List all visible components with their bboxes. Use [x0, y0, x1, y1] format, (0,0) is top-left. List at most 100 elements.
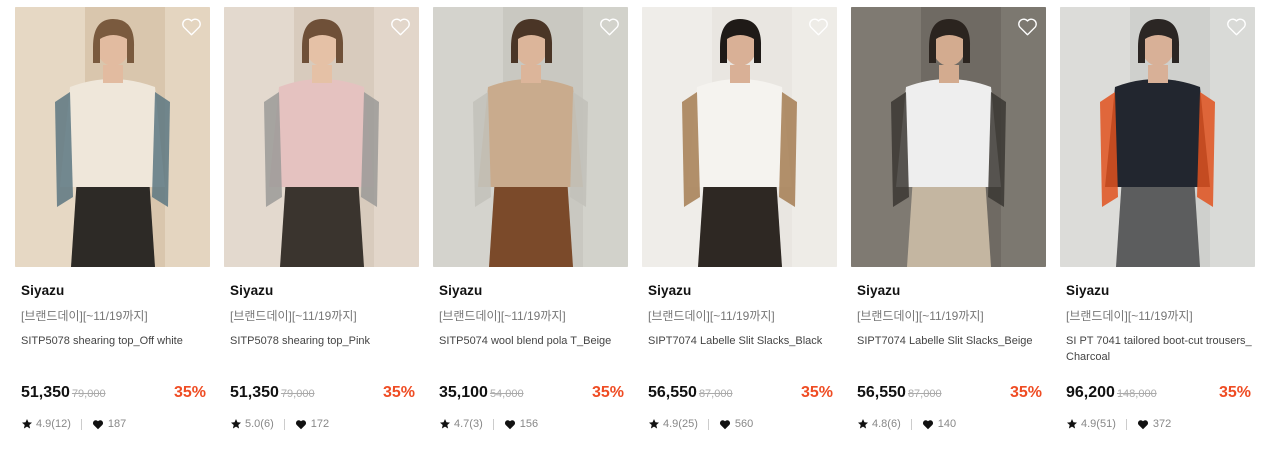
product-stats: 5.0(6) 172: [230, 418, 329, 430]
heart-filled-icon: [1137, 419, 1148, 429]
wishlist-heart-button[interactable]: [807, 15, 829, 37]
price-row: 51,350 79,000 35%: [230, 384, 415, 404]
price-row: 96,200 148,000 35%: [1066, 384, 1251, 404]
heart-outline-icon: [1017, 18, 1037, 35]
star-icon: [22, 419, 32, 429]
rating-score: 4.9(51): [1081, 418, 1116, 430]
product-promo-tag: [브랜드데이][~11/19까지]: [439, 309, 566, 323]
product-card-5[interactable]: Siyazu [브랜드데이][~11/19까지] SIPT7074 Labell…: [851, 7, 1046, 447]
rating-score: 4.7(3): [454, 418, 483, 430]
heart-outline-icon: [1226, 18, 1246, 35]
wishlist-heart-button[interactable]: [1016, 15, 1038, 37]
product-brand[interactable]: Siyazu: [230, 283, 273, 298]
product-card-6[interactable]: Siyazu [브랜드데이][~11/19까지] SI PT 7041 tail…: [1060, 7, 1255, 447]
original-price: 79,000: [280, 388, 315, 400]
sale-price: 35,100: [439, 384, 488, 401]
product-card-4[interactable]: Siyazu [브랜드데이][~11/19까지] SIPT7074 Labell…: [642, 7, 837, 447]
price-row: 56,550 87,000 35%: [648, 384, 833, 404]
wishlist-heart-button[interactable]: [180, 15, 202, 37]
heart-outline-icon: [390, 18, 410, 35]
original-price: 79,000: [71, 388, 106, 400]
discount-rate: 35%: [1009, 384, 1042, 401]
stats-divider: [1125, 418, 1127, 430]
stats-divider: [283, 418, 285, 430]
stats-divider: [707, 418, 709, 430]
product-name[interactable]: SITP5078 shearing top_Pink: [230, 333, 418, 349]
rating-score: 4.9(12): [36, 418, 71, 430]
wishlist-heart-button[interactable]: [598, 15, 620, 37]
original-price: 54,000: [489, 388, 524, 400]
like-count: 372: [1152, 418, 1172, 430]
product-image[interactable]: [433, 7, 628, 267]
like-count: 187: [107, 418, 127, 430]
product-image[interactable]: [1060, 7, 1255, 267]
wishlist-heart-button[interactable]: [389, 15, 411, 37]
like-count: 172: [310, 418, 330, 430]
heart-filled-icon: [719, 419, 730, 429]
product-brand[interactable]: Siyazu: [439, 283, 482, 298]
discount-rate: 35%: [173, 384, 206, 401]
product-promo-tag: [브랜드데이][~11/19까지]: [1066, 309, 1193, 323]
stats-divider: [910, 418, 912, 430]
product-image[interactable]: [642, 7, 837, 267]
product-card-2[interactable]: Siyazu [브랜드데이][~11/19까지] SITP5078 sheari…: [224, 7, 419, 447]
sale-price: 56,550: [857, 384, 906, 401]
star-icon: [858, 419, 868, 429]
product-brand[interactable]: Siyazu: [21, 283, 64, 298]
sale-price: 51,350: [21, 384, 70, 401]
discount-rate: 35%: [1218, 384, 1251, 401]
product-photo[interactable]: [642, 7, 837, 267]
product-stats: 4.9(12) 187: [21, 418, 126, 430]
price-row: 51,350 79,000 35%: [21, 384, 206, 404]
product-brand[interactable]: Siyazu: [857, 283, 900, 298]
heart-filled-icon: [922, 419, 933, 429]
product-photo[interactable]: [224, 7, 419, 267]
product-name[interactable]: SITP5074 wool blend pola T_Beige: [439, 333, 627, 349]
product-promo-tag: [브랜드데이][~11/19까지]: [648, 309, 775, 323]
heart-outline-icon: [181, 18, 201, 35]
discount-rate: 35%: [591, 384, 624, 401]
discount-rate: 35%: [800, 384, 833, 401]
heart-filled-icon: [295, 419, 306, 429]
product-name[interactable]: SI PT 7041 tailored boot-cut trousers_Ch…: [1066, 333, 1254, 365]
original-price: 148,000: [1116, 388, 1157, 400]
rating-score: 4.9(25): [663, 418, 698, 430]
product-name[interactable]: SIPT7074 Labelle Slit Slacks_Beige: [857, 333, 1045, 349]
product-image[interactable]: [224, 7, 419, 267]
product-photo[interactable]: [851, 7, 1046, 267]
star-icon: [649, 419, 659, 429]
rating-score: 5.0(6): [245, 418, 274, 430]
product-promo-tag: [브랜드데이][~11/19까지]: [857, 309, 984, 323]
product-stats: 4.9(25) 560: [648, 418, 753, 430]
product-stats: 4.9(51) 372: [1066, 418, 1171, 430]
like-count: 140: [937, 418, 957, 430]
sale-price: 56,550: [648, 384, 697, 401]
product-name[interactable]: SITP5078 shearing top_Off white: [21, 333, 209, 349]
product-name[interactable]: SIPT7074 Labelle Slit Slacks_Black: [648, 333, 836, 349]
star-icon: [231, 419, 241, 429]
product-photo[interactable]: [433, 7, 628, 267]
product-stats: 4.7(3) 156: [439, 418, 538, 430]
product-card-1[interactable]: Siyazu [브랜드데이][~11/19까지] SITP5078 sheari…: [15, 7, 210, 447]
product-brand[interactable]: Siyazu: [1066, 283, 1109, 298]
product-photo[interactable]: [15, 7, 210, 267]
wishlist-heart-button[interactable]: [1225, 15, 1247, 37]
product-stats: 4.8(6) 140: [857, 418, 956, 430]
product-brand[interactable]: Siyazu: [648, 283, 691, 298]
stats-divider: [492, 418, 494, 430]
sale-price: 51,350: [230, 384, 279, 401]
heart-outline-icon: [599, 18, 619, 35]
like-count: 560: [734, 418, 754, 430]
product-promo-tag: [브랜드데이][~11/19까지]: [21, 309, 148, 323]
rating-score: 4.8(6): [872, 418, 901, 430]
product-grid: Siyazu [브랜드데이][~11/19까지] SITP5078 sheari…: [15, 7, 1255, 447]
sale-price: 96,200: [1066, 384, 1115, 401]
like-count: 156: [519, 418, 539, 430]
product-image[interactable]: [851, 7, 1046, 267]
star-icon: [440, 419, 450, 429]
heart-filled-icon: [92, 419, 103, 429]
product-image[interactable]: [15, 7, 210, 267]
product-photo[interactable]: [1060, 7, 1255, 267]
original-price: 87,000: [907, 388, 942, 400]
product-card-3[interactable]: Siyazu [브랜드데이][~11/19까지] SITP5074 wool b…: [433, 7, 628, 447]
